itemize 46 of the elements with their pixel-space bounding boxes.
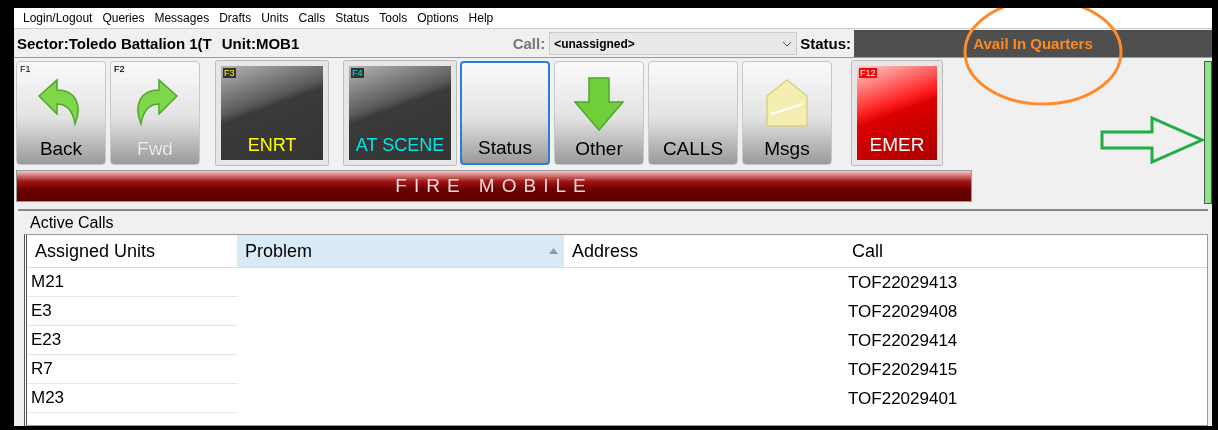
menu-item[interactable]: Status — [330, 11, 375, 25]
table-cell-text: TOF22029415 — [847, 358, 959, 381]
toolbar-button[interactable]: F3 ENRT — [216, 61, 328, 165]
column-header[interactable]: Address — [564, 235, 844, 268]
menu-item[interactable]: Queries — [97, 11, 150, 25]
shortcut-key-label: F4 — [351, 68, 364, 78]
menu-item[interactable]: Drafts — [214, 11, 257, 25]
menu-item[interactable]: Help — [463, 11, 499, 25]
table-cell-text: TOF22029408 — [847, 300, 959, 323]
sort-icon — [549, 248, 558, 254]
table-cell: R7 — [27, 355, 237, 384]
toolbar-button[interactable]: F4 AT SCENE — [344, 61, 456, 165]
table-cell-text: TOF22029413 — [847, 271, 959, 294]
toolbar-button[interactable]: Status — [460, 61, 550, 165]
group-title: Active Calls — [29, 213, 115, 233]
column-header[interactable]: Problem — [237, 235, 564, 268]
shortcut-key-label: F12 — [859, 68, 877, 78]
table-cell: E23 — [27, 326, 237, 355]
unit-label: Unit:MOB1 — [221, 35, 300, 52]
table-cell: M23 — [27, 384, 237, 413]
status-value: Avail In Quarters — [973, 35, 1093, 52]
toolbar-button[interactable]: Msgs — [742, 61, 832, 165]
menu-item[interactable]: Calls — [293, 11, 331, 25]
shortcut-key-label: F3 — [223, 68, 236, 78]
menu-item[interactable]: Login/Logout — [18, 11, 98, 25]
toolbar-button[interactable]: F12 EMER — [852, 61, 942, 165]
call-dropdown[interactable]: <unassigned> — [549, 32, 798, 55]
column-header[interactable]: Call — [844, 235, 1207, 268]
banner-title: FIRE MOBILE — [395, 175, 593, 197]
shortcut-key-label: F1 — [19, 64, 32, 74]
menu-item[interactable]: Tools — [374, 11, 413, 25]
status-label: Status: — [800, 35, 851, 52]
table-cell: M21 — [27, 268, 237, 297]
sector-label: Sector:Toledo Battalion 1(T — [16, 35, 212, 52]
call-label: Call: — [512, 35, 546, 52]
menu-item[interactable]: Options — [412, 11, 464, 25]
shortcut-key-label: F2 — [113, 64, 126, 74]
caret-icon — [782, 40, 793, 47]
toolbar-button[interactable]: Other — [554, 61, 644, 165]
table-cell-text: TOF22029401 — [847, 387, 959, 410]
toolbar-button[interactable]: CALLS — [648, 61, 738, 165]
menu-item[interactable]: Units — [256, 11, 294, 25]
menu-item[interactable]: Messages — [149, 11, 215, 25]
table-cell: E3 — [27, 297, 237, 326]
table-cell-text: TOF22029414 — [847, 329, 959, 352]
toolbar-button[interactable]: F1 Back — [16, 61, 106, 165]
